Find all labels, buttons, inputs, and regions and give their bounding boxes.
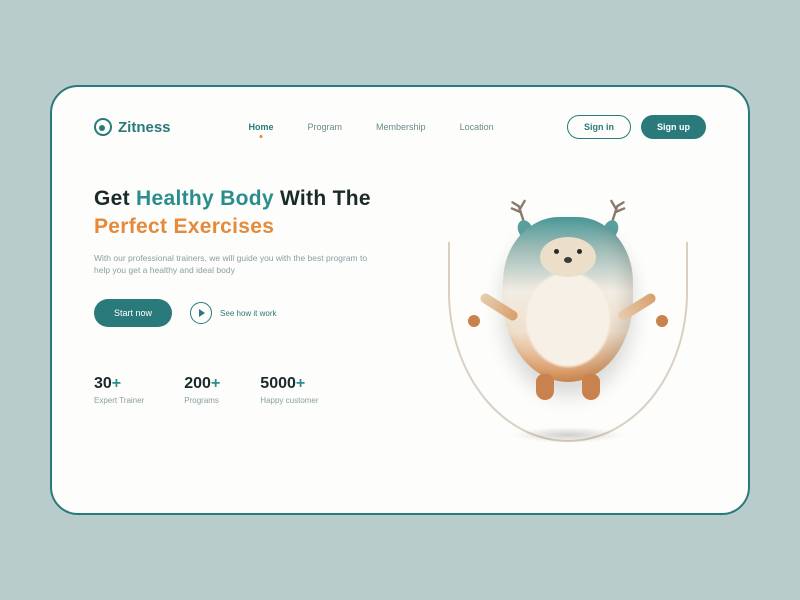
hand-icon — [468, 315, 480, 327]
face-icon — [540, 237, 596, 277]
play-icon — [190, 302, 212, 324]
brand-name: Zitness — [118, 119, 171, 136]
auth-buttons: Sign in Sign up — [567, 115, 706, 139]
stat-label: Happy customer — [260, 396, 318, 405]
stat-trainers: 30+ Expert Trainer — [94, 375, 144, 405]
stat-customers: 5000+ Happy customer — [260, 375, 318, 405]
mascot-illustration — [458, 182, 678, 452]
nav-item-location[interactable]: Location — [460, 122, 494, 132]
see-how-button[interactable]: See how it work — [190, 302, 276, 324]
headline-highlight-1: Healthy Body — [136, 187, 274, 210]
stat-value: 30+ — [94, 375, 144, 393]
nav-item-membership[interactable]: Membership — [376, 122, 426, 132]
shadow-icon — [513, 427, 623, 443]
headline-highlight-2: Perfect Exercises — [94, 215, 274, 238]
stat-programs: 200+ Programs — [184, 375, 220, 405]
headline-mid: With The — [274, 187, 371, 210]
stats-row: 30+ Expert Trainer 200+ Programs 5000+ H… — [94, 375, 414, 405]
signup-button[interactable]: Sign up — [641, 115, 706, 139]
headline-pre: Get — [94, 187, 136, 210]
see-how-label: See how it work — [220, 309, 276, 318]
start-now-button[interactable]: Start now — [94, 299, 172, 327]
logo-icon — [94, 118, 112, 136]
hero-section: Get Healthy Body With The Perfect Exerci… — [94, 185, 414, 405]
headline: Get Healthy Body With The Perfect Exerci… — [94, 185, 414, 242]
leg-icon — [582, 374, 600, 400]
logo[interactable]: Zitness — [94, 118, 171, 136]
hand-icon — [656, 315, 668, 327]
stat-value: 200+ — [184, 375, 220, 393]
stat-label: Expert Trainer — [94, 396, 144, 405]
cta-row: Start now See how it work — [94, 299, 414, 327]
nav-menu: Home Program Membership Location — [249, 122, 494, 132]
nav-item-home[interactable]: Home — [249, 122, 274, 132]
belly-icon — [526, 272, 610, 367]
landing-card: Zitness Home Program Membership Location… — [50, 85, 750, 515]
stat-label: Programs — [184, 396, 220, 405]
hero-subtitle: With our professional trainers, we will … — [94, 252, 374, 278]
nav-item-program[interactable]: Program — [308, 122, 343, 132]
leg-icon — [536, 374, 554, 400]
signin-button[interactable]: Sign in — [567, 115, 631, 139]
stat-value: 5000+ — [260, 375, 318, 393]
top-nav: Zitness Home Program Membership Location… — [94, 115, 706, 139]
